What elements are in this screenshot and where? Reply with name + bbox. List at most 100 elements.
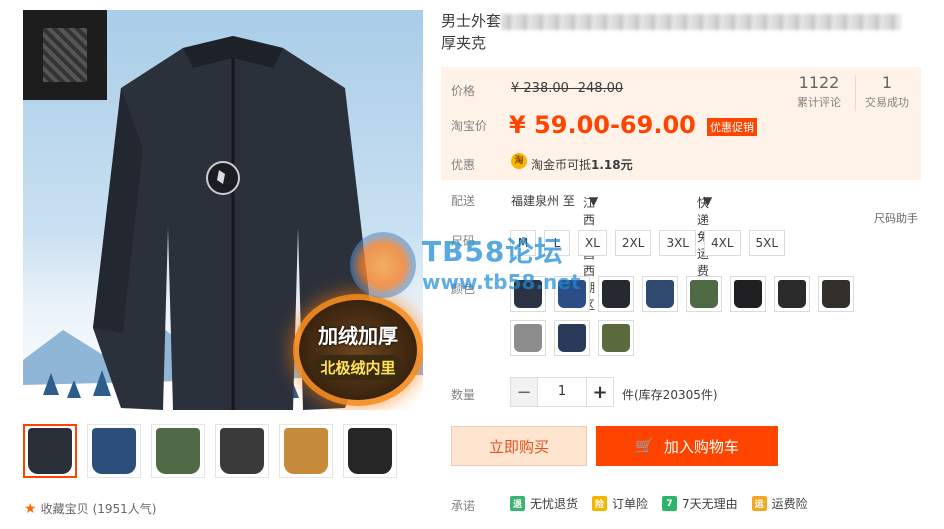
service-promises: 退无忧退货险订单险 7 7天无理由运运费险: [510, 495, 808, 512]
thumbnail[interactable]: [343, 424, 397, 478]
promise-item[interactable]: 运运费险: [751, 495, 808, 512]
color-option[interactable]: [774, 276, 810, 312]
buy-now-button[interactable]: 立即购买: [451, 426, 587, 466]
promise-label: 承诺: [451, 499, 476, 513]
promise-text: 订单险: [612, 497, 649, 511]
favorite-label: 收藏宝贝: [40, 502, 89, 516]
size-label: 尺码: [451, 234, 476, 248]
original-price: ¥ 238.00 -248.00: [511, 81, 624, 96]
color-swatch-image: [822, 280, 850, 308]
promise-icon: 退: [510, 496, 525, 511]
title-start: 男士外套: [441, 12, 502, 30]
current-price: ¥ 59.00-69.00: [509, 111, 696, 139]
thumbnail-image: [156, 428, 200, 474]
stock-info: 件(库存20305件): [622, 388, 718, 402]
shipping-label: 配送: [451, 194, 476, 208]
quantity-stepper: − 1 +: [510, 377, 614, 407]
promise-text: 7天无理由: [682, 497, 738, 511]
color-swatch-image: [734, 280, 762, 308]
shipping-row: 配送 福建泉州 至 江西南昌西湖区▼ 快递 免运费▼: [441, 190, 921, 312]
color-option[interactable]: [642, 276, 678, 312]
color-option[interactable]: [554, 320, 590, 356]
color-swatch-image: [558, 280, 586, 308]
color-swatch-image: [514, 324, 542, 352]
promise-icon: 7: [662, 496, 678, 511]
color-option[interactable]: [554, 276, 590, 312]
thumbnail[interactable]: [87, 424, 141, 478]
thumbnail[interactable]: [215, 424, 269, 478]
coin-icon: 淘: [511, 153, 527, 169]
size-option[interactable]: L: [544, 230, 570, 256]
sales-label: 交易成功: [865, 96, 909, 109]
thumbnail-strip: [23, 424, 397, 478]
size-helper-link[interactable]: 尺码助手: [874, 210, 918, 226]
thumbnail-image: [220, 428, 264, 474]
thumbnail-image: [92, 428, 136, 474]
promise-item[interactable]: 险订单险: [592, 495, 648, 512]
promise-item[interactable]: 7 7天无理由: [662, 495, 738, 512]
favorite-button[interactable]: ★ 收藏宝贝 (1951人气): [24, 500, 156, 517]
thumbnail[interactable]: [23, 424, 77, 478]
promo-tag[interactable]: 优惠促销: [707, 118, 757, 136]
promise-item[interactable]: 退无忧退货: [510, 495, 578, 512]
color-option[interactable]: [510, 320, 546, 356]
thumbnail-image: [28, 428, 72, 474]
star-icon: ★: [24, 500, 37, 517]
discount-label: 优惠: [451, 158, 476, 172]
fleece-badge: 加绒加厚 北极绒内里: [299, 300, 417, 400]
thumbnail-image: [348, 428, 392, 474]
color-options: [510, 276, 890, 356]
chevron-down-icon: ▼: [589, 194, 599, 208]
color-swatch-image: [778, 280, 806, 308]
add-to-cart-button[interactable]: 🛒 加入购物车: [596, 426, 778, 466]
thumbnail-image: [284, 428, 328, 474]
badge-line1: 加绒加厚: [318, 324, 398, 348]
thumbnail[interactable]: [151, 424, 205, 478]
badge-line2: 北极绒内里: [314, 355, 402, 380]
size-option[interactable]: 2XL: [614, 230, 652, 256]
sales-count: 1: [881, 73, 893, 92]
price-label: 价格: [451, 84, 476, 98]
quantity-label: 数量: [451, 388, 476, 402]
size-option[interactable]: M: [510, 230, 536, 256]
thumbnail[interactable]: [279, 424, 333, 478]
color-option[interactable]: [730, 276, 766, 312]
color-swatch-image: [514, 280, 542, 308]
shipping-origin: 福建泉州 至: [511, 194, 575, 208]
coin-discount: 淘金币可抵1.18元: [531, 156, 633, 173]
coin-discount-text: 淘金币可抵: [531, 158, 592, 172]
color-option[interactable]: [598, 276, 634, 312]
coin-discount-amount: 1.18元: [591, 158, 633, 172]
taobao-price-label: 淘宝价: [451, 119, 488, 133]
size-option[interactable]: 5XL: [748, 230, 786, 256]
cart-icon: 🛒: [635, 437, 654, 455]
color-swatch-image: [690, 280, 718, 308]
size-option[interactable]: XL: [578, 230, 607, 256]
quantity-increase-button[interactable]: +: [586, 377, 614, 407]
color-swatch-image: [602, 324, 630, 352]
chevron-down-icon: ▼: [703, 194, 713, 208]
promise-icon: 险: [592, 496, 608, 511]
title-end: 厚夹克: [441, 34, 487, 52]
review-stat[interactable]: 1122 累计评论: [793, 73, 845, 110]
promise-text: 无忧退货: [530, 497, 579, 511]
color-option[interactable]: [510, 276, 546, 312]
size-option[interactable]: 3XL: [659, 230, 696, 256]
size-option[interactable]: 4XL: [704, 230, 741, 256]
promise-icon: 运: [751, 496, 767, 511]
color-option[interactable]: [818, 276, 854, 312]
add-to-cart-label: 加入购物车: [663, 437, 739, 456]
favorite-count: (1951人气): [92, 502, 157, 516]
color-option[interactable]: [686, 276, 722, 312]
color-swatch-image: [646, 280, 674, 308]
color-label: 颜色: [451, 282, 476, 296]
quantity-input[interactable]: 1: [538, 377, 586, 407]
color-swatch-image: [602, 280, 630, 308]
stat-divider: [855, 75, 856, 111]
main-product-image[interactable]: 加绒加厚 北极绒内里: [23, 10, 423, 410]
quantity-decrease-button[interactable]: −: [510, 377, 538, 407]
sales-stat[interactable]: 1 交易成功: [861, 73, 913, 110]
color-swatch-image: [558, 324, 586, 352]
color-option[interactable]: [598, 320, 634, 356]
promise-text: 运费险: [771, 497, 808, 511]
